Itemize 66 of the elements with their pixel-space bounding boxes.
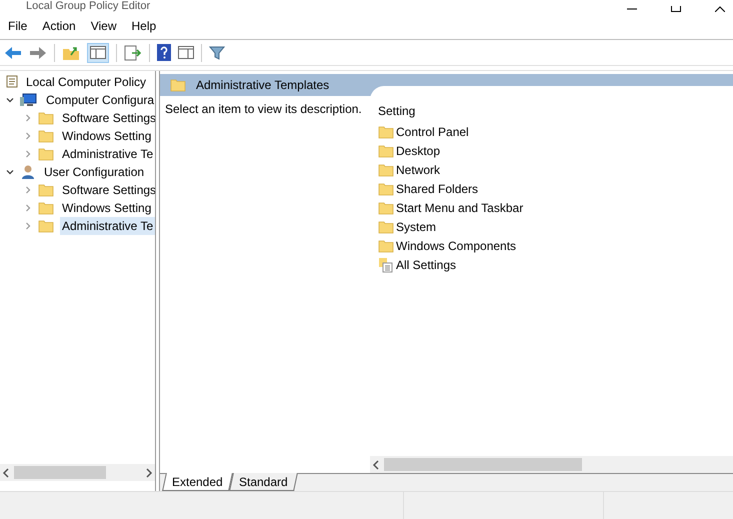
chevron-right-icon[interactable] xyxy=(24,186,32,194)
folder-icon xyxy=(38,147,54,161)
tree-item[interactable]: Windows Setting xyxy=(60,199,154,217)
folder-icon xyxy=(38,129,54,143)
folder-icon xyxy=(38,183,54,197)
list-item[interactable]: Shared Folders xyxy=(396,180,478,198)
description-text: Select an item to view its description. xyxy=(165,102,362,116)
scrollbar-thumb[interactable] xyxy=(384,458,582,471)
chevron-right-icon[interactable] xyxy=(24,204,32,212)
folder-icon xyxy=(170,78,186,92)
menu-item[interactable]: Action xyxy=(42,16,76,34)
tab[interactable]: Standard xyxy=(228,473,298,491)
folder-icon xyxy=(38,201,54,215)
export-list-icon[interactable] xyxy=(124,44,142,60)
chevron-down-icon[interactable] xyxy=(6,168,14,176)
back-arrow-icon[interactable] xyxy=(4,46,22,60)
chevron-down-icon[interactable] xyxy=(6,96,14,104)
tab[interactable]: Extended xyxy=(162,473,233,491)
menu-item[interactable]: File xyxy=(8,16,28,34)
header-title: Administrative Templates xyxy=(196,77,330,94)
panel-icon xyxy=(90,46,106,59)
folder-icon xyxy=(378,162,394,176)
folder-icon xyxy=(378,182,394,196)
column-header[interactable]: Setting xyxy=(378,102,416,120)
folder-icon xyxy=(38,111,54,125)
tree-item[interactable]: Windows Setting xyxy=(60,127,154,145)
folder-icon xyxy=(378,200,394,214)
forward-arrow-icon[interactable] xyxy=(29,46,47,60)
close-icon[interactable] xyxy=(715,6,725,12)
minimize-icon[interactable] xyxy=(627,6,637,12)
chevron-right-icon[interactable] xyxy=(24,132,32,140)
chevron-right-icon[interactable] xyxy=(24,150,32,158)
folder-icon xyxy=(378,238,394,252)
tree-item[interactable]: Administrative Te xyxy=(60,145,155,163)
panel-icon[interactable] xyxy=(178,46,194,59)
menu-item[interactable]: View xyxy=(90,16,116,34)
list-item[interactable]: Windows Components xyxy=(396,236,516,254)
tree-item[interactable]: Computer Configura xyxy=(44,91,155,109)
folder-icon xyxy=(378,144,394,158)
window-title: Local Group Policy Editor xyxy=(26,0,150,12)
help-icon[interactable] xyxy=(157,44,171,61)
tree-item[interactable]: Local Computer Policy xyxy=(26,73,146,91)
folder-icon xyxy=(38,219,54,233)
list-item[interactable]: System xyxy=(396,218,436,236)
user-icon xyxy=(20,164,36,180)
filter-icon[interactable] xyxy=(209,44,225,60)
folder-icon xyxy=(378,124,394,138)
scrollbar-thumb[interactable] xyxy=(14,466,106,479)
list-item[interactable]: Control Panel xyxy=(396,122,469,140)
list-item[interactable]: All Settings xyxy=(396,256,456,274)
list-item[interactable]: Start Menu and Taskbar xyxy=(396,198,524,216)
folder-icon xyxy=(378,220,394,234)
tree-item[interactable]: User Configuration xyxy=(42,163,146,181)
computer-icon xyxy=(20,92,38,108)
settings-list-icon xyxy=(378,256,394,272)
chevron-right-icon[interactable] xyxy=(24,114,32,122)
list-item[interactable]: Network xyxy=(396,160,440,178)
maximize-icon[interactable] xyxy=(671,6,681,12)
tree-toggle-button[interactable] xyxy=(87,42,109,62)
chevron-right-icon[interactable] xyxy=(24,222,32,230)
folder-up-icon[interactable] xyxy=(62,44,80,60)
list-item[interactable]: Desktop xyxy=(396,142,440,160)
tree-item[interactable]: Administrative Te xyxy=(60,217,155,235)
menu-item[interactable]: Help xyxy=(132,16,156,34)
horizontal-scrollbar[interactable] xyxy=(370,456,733,473)
scroll-icon xyxy=(4,74,20,90)
